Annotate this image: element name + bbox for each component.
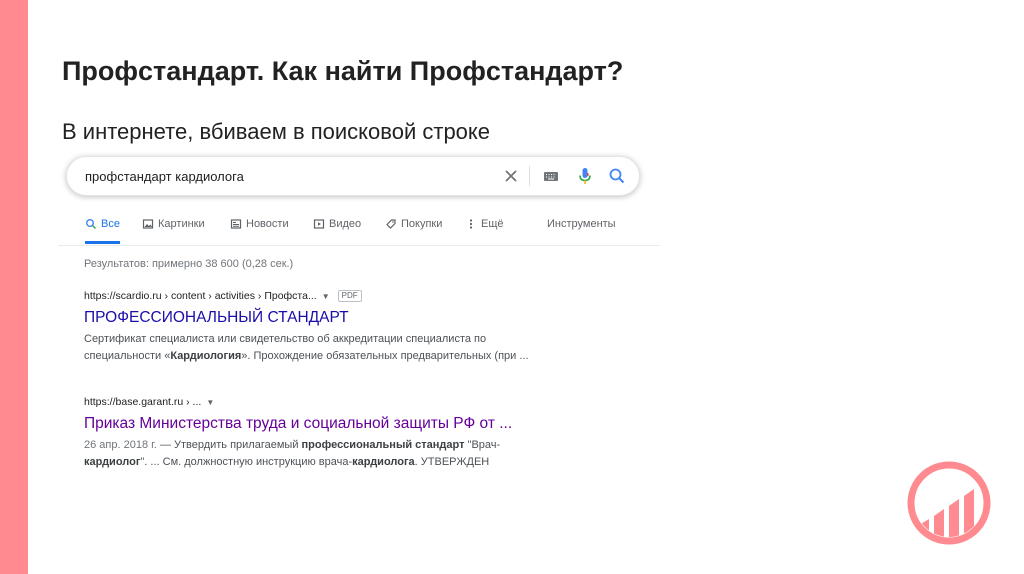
snippet-highlight: кардиолога — [352, 456, 415, 468]
tab-label: Видео — [329, 218, 362, 230]
search-input[interactable] — [85, 157, 485, 195]
search-result: https://scardio.ru › content › activitie… — [84, 289, 529, 365]
result-snippet: 26 апр. 2018 г. — Утвердить прилагаемый … — [84, 437, 512, 471]
news-icon — [230, 219, 242, 229]
tab-label: Картинки — [158, 218, 205, 230]
result-url[interactable]: https://scardio.ru › content › activitie… — [84, 290, 317, 302]
snippet-text: "Врач- — [464, 439, 501, 451]
result-stats: Результатов: примерно 38 600 (0,28 сек.) — [84, 258, 294, 270]
bar-chart-logo-icon — [905, 459, 993, 547]
tab-label: Все — [101, 218, 120, 230]
snippet-line: специальности «Кардиология». Прохождение… — [84, 348, 529, 365]
search-icon — [86, 219, 97, 230]
snippet-line: 26 апр. 2018 г. — Утвердить прилагаемый … — [84, 437, 512, 454]
divider — [529, 166, 530, 186]
tab-images[interactable]: Картинки — [142, 210, 205, 244]
pdf-badge: PDF — [337, 290, 362, 302]
tab-more[interactable]: Ещё — [465, 210, 504, 244]
snippet-text: ». Прохождение обязательных предваритель… — [241, 350, 529, 362]
snippet-text: ". ... См. должностную инструкцию врача- — [140, 456, 353, 468]
tab-label: Ещё — [481, 218, 504, 230]
tab-label: Новости — [246, 218, 289, 230]
snippet-line: кардиолог". ... См. должностную инструкц… — [84, 454, 512, 471]
result-date: 26 апр. 2018 г. — [84, 439, 157, 451]
tab-tools[interactable]: Инструменты — [547, 210, 616, 244]
chevron-down-icon[interactable]: ▼ — [206, 398, 214, 407]
snippet-highlight: профессиональный стандарт — [301, 439, 465, 451]
accent-bar — [0, 0, 28, 574]
result-url-row: https://base.garant.ru › ... ▼ — [84, 395, 512, 409]
tab-label: Покупки — [401, 218, 443, 230]
tab-news[interactable]: Новости — [230, 210, 289, 244]
snippet-text: . УТВЕРЖДЕН — [414, 456, 490, 468]
snippet-highlight: кардиолог — [84, 456, 141, 468]
search-icon[interactable] — [607, 166, 627, 186]
snippet-text: — Утвердить прилагаемый — [156, 439, 302, 451]
tab-shopping[interactable]: Покупки — [385, 210, 442, 244]
result-url[interactable]: https://base.garant.ru › ... — [84, 396, 201, 408]
snippet-highlight: Кардиология — [170, 350, 242, 362]
clear-icon[interactable] — [501, 166, 521, 186]
result-title-link[interactable]: Приказ Министерства труда и социальной з… — [84, 415, 512, 433]
search-tabs: Все Картинки Новости Видео Покупки Ещё И… — [58, 210, 660, 246]
result-url-row: https://scardio.ru › content › activitie… — [84, 289, 529, 303]
result-snippet: Сертификат специалиста или свидетельство… — [84, 331, 529, 365]
search-result: https://base.garant.ru › ... ▼ Приказ Ми… — [84, 395, 512, 471]
image-icon — [142, 219, 154, 229]
tab-label: Инструменты — [547, 218, 616, 230]
mic-icon[interactable] — [575, 166, 595, 186]
snippet-text: специальности « — [84, 350, 171, 362]
video-icon — [313, 219, 325, 229]
snippet-line: Сертификат специалиста или свидетельство… — [84, 333, 487, 345]
tab-video[interactable]: Видео — [313, 210, 361, 244]
result-title-link[interactable]: ПРОФЕССИОНАЛЬНЫЙ СТАНДАРТ — [84, 309, 529, 327]
search-box — [66, 156, 640, 196]
slide-title: Профстандарт. Как найти Профстандарт? — [62, 56, 624, 86]
more-icon — [469, 219, 473, 229]
tag-icon — [386, 219, 396, 229]
chevron-down-icon[interactable]: ▼ — [322, 292, 330, 301]
tab-all[interactable]: Все — [85, 210, 120, 244]
keyboard-icon[interactable] — [541, 166, 561, 186]
slide-subtitle: В интернете, вбиваем в поисковой строке — [62, 119, 491, 144]
